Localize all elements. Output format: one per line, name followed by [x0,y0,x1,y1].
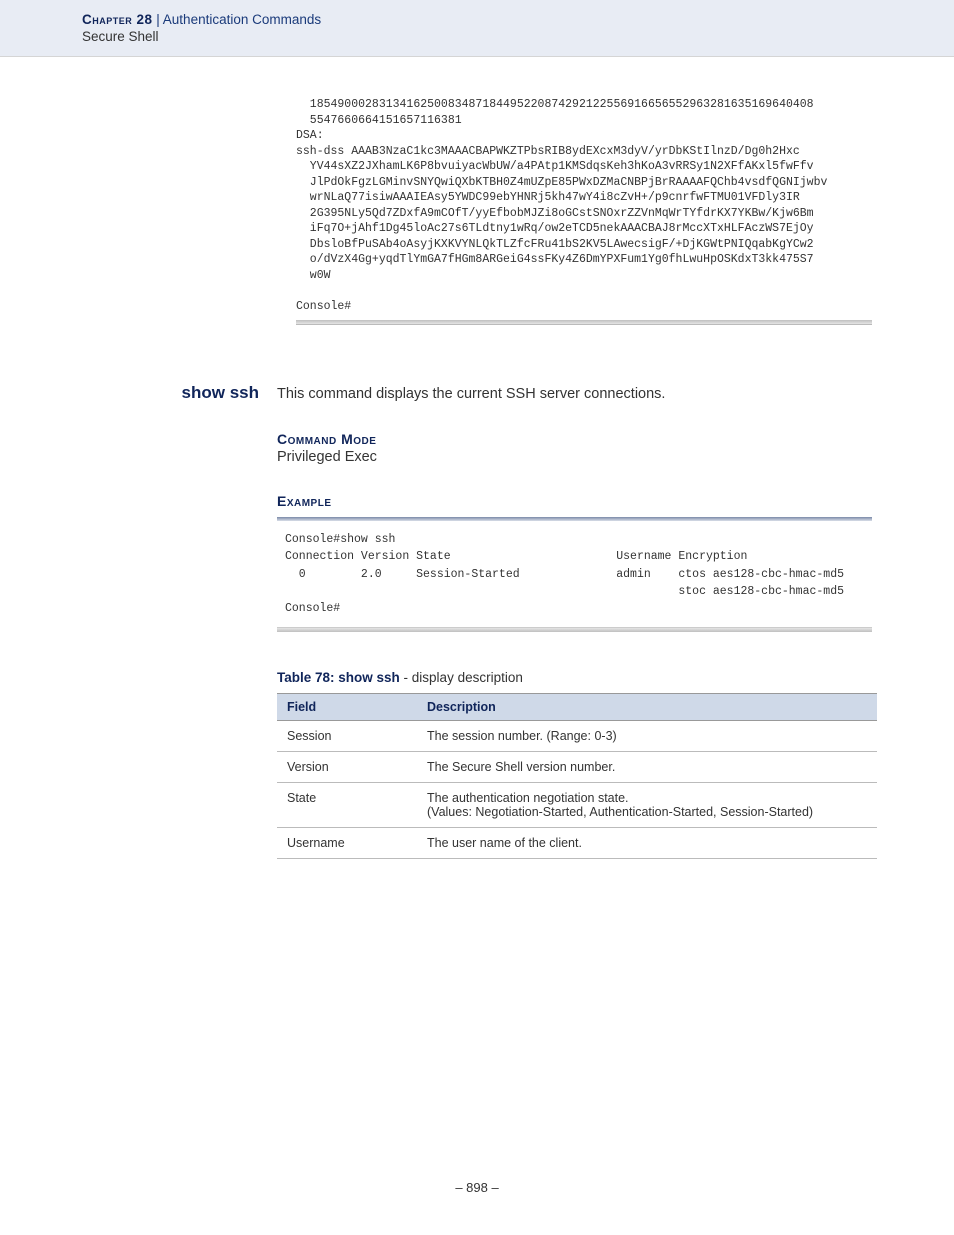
page-footer: – 898 – [0,1180,954,1195]
description-table: Field Description Session The session nu… [277,693,877,859]
th-description: Description [417,694,877,721]
table-row: State The authentication negotiation sta… [277,783,877,828]
cell-desc: The Secure Shell version number. [417,752,877,783]
command-name: show ssh [82,383,277,403]
table-row: Session The session number. (Range: 0-3) [277,721,877,752]
cell-field: Username [277,828,417,859]
section-name: Secure Shell [82,29,872,44]
example-block: Console#show ssh Connection Version Stat… [277,517,872,632]
top-code-block: 1854900028313416250083487184495220874292… [296,97,872,314]
code-rule-bottom [296,320,872,325]
page-header: Chapter 28 | Authentication Commands Sec… [0,0,954,57]
th-field: Field [277,694,417,721]
code-text: 1854900028313416250083487184495220874292… [296,97,872,314]
command-row: show ssh This command displays the curre… [82,383,872,403]
example-code: Console#show ssh Connection Version Stat… [277,527,872,621]
cell-field: Session [277,721,417,752]
command-mode-heading: Command Mode [277,431,872,447]
table-suffix: - display description [400,670,523,685]
chapter-title: Authentication Commands [163,12,321,27]
chapter-label: Chapter 28 [82,12,153,27]
table-header-row: Field Description [277,694,877,721]
chapter-line: Chapter 28 | Authentication Commands [82,12,872,27]
example-rule-top [277,517,872,521]
cell-desc: The authentication negotiation state. (V… [417,783,877,828]
example-heading: Example [277,493,872,509]
table-title: Table 78: show ssh - display description [277,670,872,685]
table-row: Version The Secure Shell version number. [277,752,877,783]
table-label: Table 78: show ssh [277,670,400,685]
example-rule-bottom [277,627,872,632]
cell-desc: The session number. (Range: 0-3) [417,721,877,752]
cell-field: Version [277,752,417,783]
command-mode-value: Privileged Exec [277,449,872,465]
chapter-separator: | [153,12,163,27]
cell-desc: The user name of the client. [417,828,877,859]
cell-field: State [277,783,417,828]
command-description: This command displays the current SSH se… [277,386,872,402]
table-row: Username The user name of the client. [277,828,877,859]
